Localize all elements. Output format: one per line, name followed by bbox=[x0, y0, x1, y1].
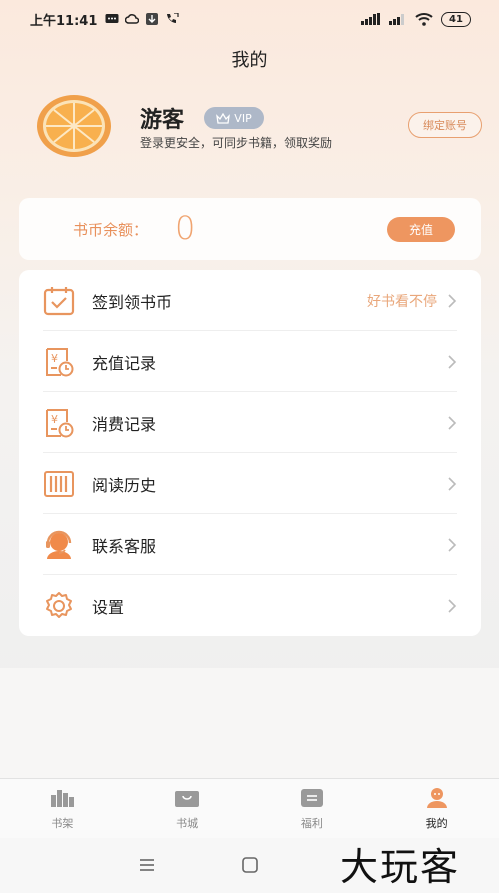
username: 游客 bbox=[140, 108, 185, 133]
profile-subtitle: 登录更安全，可同步书籍，领取奖励 bbox=[140, 136, 333, 150]
chevron-right-icon bbox=[448, 415, 457, 430]
bottom-nav: 书架 书城 福利 我的 bbox=[0, 778, 499, 838]
download-icon bbox=[146, 13, 159, 25]
nav-label: 福利 bbox=[300, 816, 323, 830]
menu-item-label: 充值记录 bbox=[92, 353, 157, 373]
calendar-check-icon bbox=[43, 287, 75, 316]
balance-label: 书币余额： bbox=[73, 221, 149, 239]
nav-welfare[interactable]: 福利 bbox=[250, 779, 375, 838]
nav-label: 书城 bbox=[176, 816, 199, 830]
chevron-right-icon bbox=[448, 293, 457, 308]
bind-account-button[interactable]: 绑定账号 bbox=[408, 112, 482, 138]
menu-item-label: 联系客服 bbox=[92, 536, 157, 556]
balance-card: 书币余额： 0 充值 bbox=[19, 198, 481, 260]
page-title: 我的 bbox=[231, 50, 268, 71]
welfare-icon bbox=[300, 788, 323, 807]
chevron-right-icon bbox=[448, 476, 457, 491]
menu-item-label: 签到领书币 bbox=[92, 292, 173, 312]
vip-badge: VIP bbox=[204, 107, 264, 129]
crown-icon bbox=[216, 112, 231, 124]
svg-text:¥: ¥ bbox=[51, 352, 58, 365]
balance-value: 0 bbox=[175, 209, 196, 247]
signal-2-icon bbox=[389, 14, 404, 25]
menu-item-label: 消费记录 bbox=[92, 414, 157, 434]
chevron-right-icon bbox=[448, 537, 457, 552]
recharge-button[interactable]: 充值 bbox=[387, 217, 455, 242]
menu-item-customer-service[interactable]: 联系客服 bbox=[19, 514, 481, 575]
home-square-icon[interactable] bbox=[240, 856, 260, 874]
nav-profile[interactable]: 我的 bbox=[374, 779, 499, 838]
recharge-record-icon: ¥ bbox=[46, 348, 74, 377]
vip-label: VIP bbox=[234, 111, 252, 125]
menu-item-recharge-record[interactable]: ¥ 充值记录 bbox=[19, 331, 481, 392]
menu-item-hint: 好书看不停 bbox=[367, 293, 437, 310]
message-icon bbox=[105, 14, 119, 23]
menu-item-label: 阅读历史 bbox=[92, 475, 157, 495]
cloud-icon bbox=[125, 14, 140, 24]
chevron-right-icon bbox=[448, 598, 457, 613]
profile-icon bbox=[426, 787, 447, 808]
chevron-right-icon bbox=[448, 354, 457, 369]
menu-item-checkin[interactable]: 签到领书币 好书看不停 bbox=[19, 270, 481, 331]
nav-bookshelf[interactable]: 书架 bbox=[0, 779, 125, 838]
nav-label: 我的 bbox=[425, 816, 448, 830]
nav-bookstore[interactable]: 书城 bbox=[125, 779, 250, 838]
menu-item-reading-history[interactable]: 阅读历史 bbox=[19, 453, 481, 514]
avatar-orange-icon[interactable] bbox=[36, 94, 112, 158]
menu-item-consume-record[interactable]: ¥ 消费记录 bbox=[19, 392, 481, 453]
content-background bbox=[0, 668, 499, 778]
signal-icon bbox=[361, 13, 380, 25]
menu-list: 签到领书币 好书看不停 ¥ 充值记录 ¥ 消费记录 阅读历史 联系客服 设置 bbox=[19, 270, 481, 636]
menu-item-label: 设置 bbox=[92, 597, 125, 617]
book-history-icon bbox=[44, 471, 74, 497]
gear-icon bbox=[46, 592, 72, 618]
status-time: 上午11:41 bbox=[30, 13, 98, 29]
phone-icon bbox=[167, 13, 179, 23]
menu-item-settings[interactable]: 设置 bbox=[19, 575, 481, 636]
menu-lines-icon[interactable] bbox=[137, 856, 157, 874]
status-bar: 上午11:41 41 bbox=[0, 0, 499, 38]
consume-record-icon: ¥ bbox=[46, 409, 74, 438]
watermark: 大玩客 bbox=[340, 845, 461, 889]
wifi-icon bbox=[415, 13, 433, 26]
battery-indicator: 41 bbox=[441, 11, 471, 27]
nav-label: 书架 bbox=[51, 816, 74, 830]
bookshelf-icon bbox=[51, 789, 75, 807]
svg-text:¥: ¥ bbox=[51, 413, 58, 426]
customer-service-icon bbox=[46, 530, 72, 559]
bookstore-icon bbox=[175, 790, 200, 807]
